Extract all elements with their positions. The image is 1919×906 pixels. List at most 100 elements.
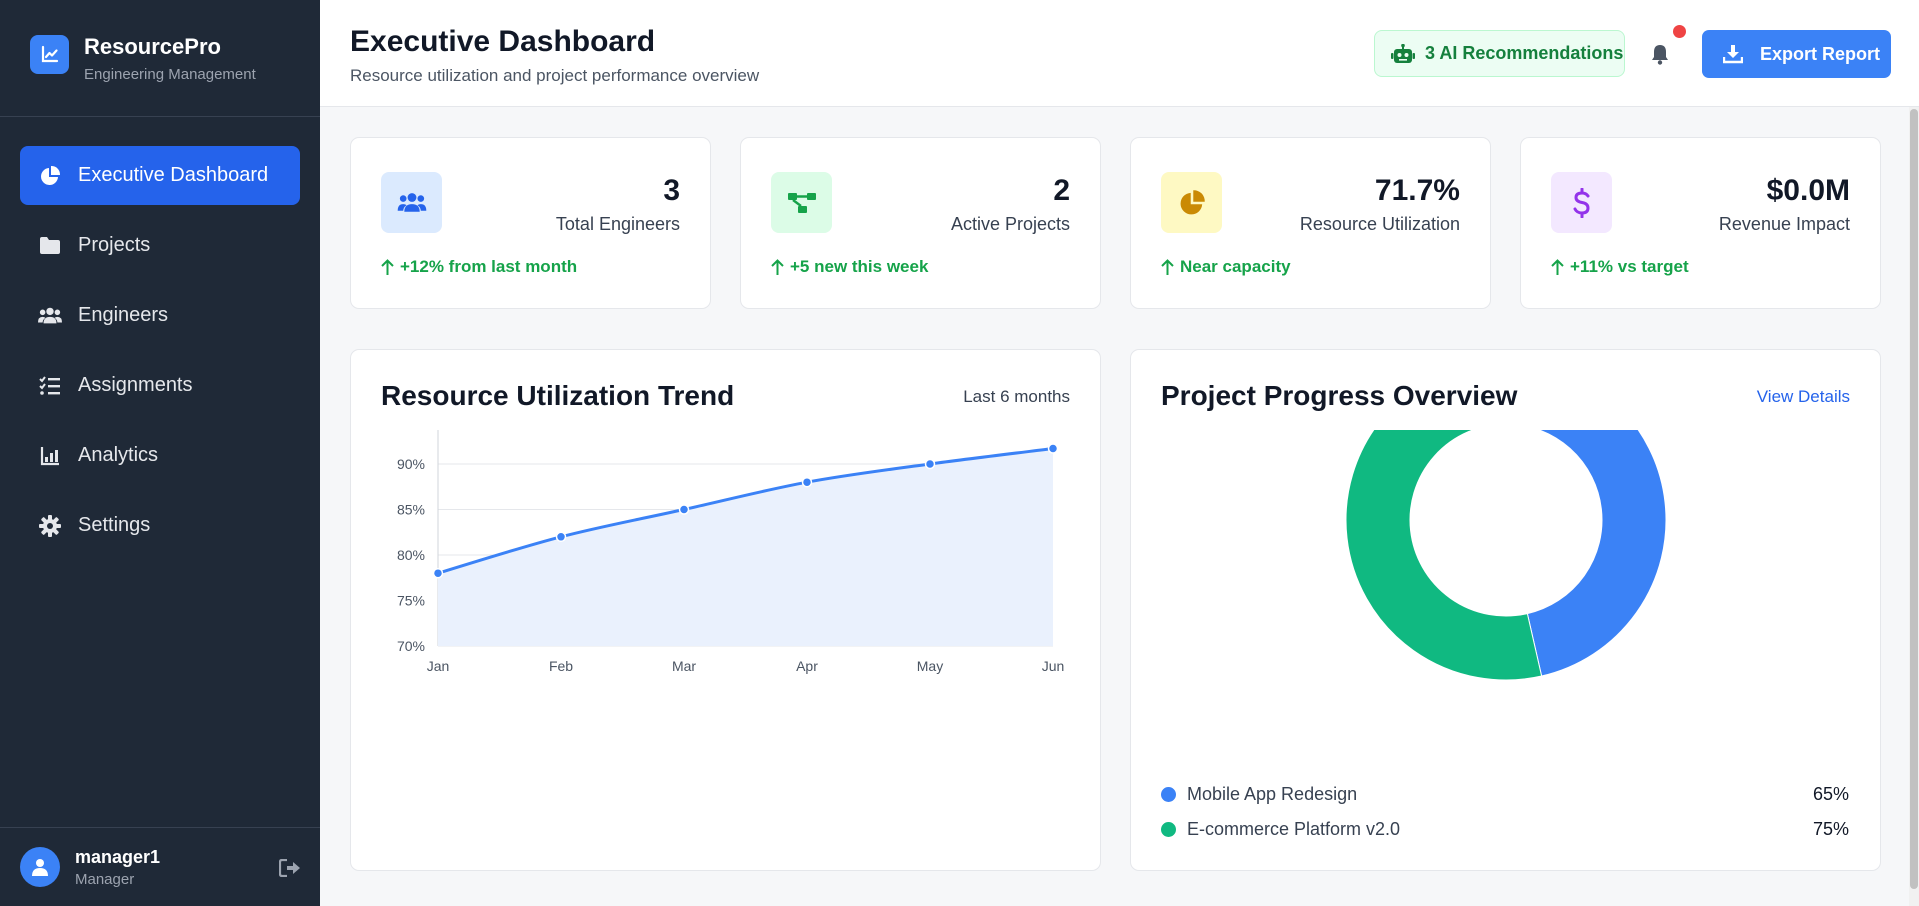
stat-value: 71.7% (1374, 174, 1460, 207)
ai-recommendations-label: 3 AI Recommendations (1425, 43, 1624, 63)
pie-chart-icon (1161, 172, 1222, 233)
brand-title: ResourcePro (84, 33, 221, 59)
notification-dot (1673, 25, 1686, 38)
data-point (678, 504, 690, 515)
utilization-trend-chart: 70%75%80%85%90%95%100%JanFebMarAprMayJun (397, 430, 1065, 674)
brand: ResourcePro Engineering Management (0, 0, 320, 117)
download-icon (1723, 44, 1743, 64)
top-header: Executive Dashboard Resource utilization… (320, 0, 1919, 107)
stat-value: 3 (663, 174, 680, 207)
sidebar-item-executive-dashboard[interactable]: Executive Dashboard (20, 146, 300, 205)
legend-swatch (1161, 821, 1176, 837)
x-tick-label: Apr (796, 658, 818, 674)
legend-label: Mobile App Redesign (1187, 783, 1358, 804)
stat-label: Resource Utilization (1299, 214, 1460, 234)
stat-change: Near capacity (1161, 257, 1291, 277)
sidebar-item-label: Analytics (78, 444, 159, 466)
stat-card-engineers: 3 Total Engineers +12% from last month (350, 137, 711, 309)
stat-label: Total Engineers (555, 214, 680, 234)
sidebar-item-label: Executive Dashboard (78, 164, 269, 186)
stat-value: 2 (1053, 174, 1070, 207)
x-tick-label: Feb (549, 658, 573, 674)
stat-label: Active Projects (950, 214, 1070, 234)
user-role: Manager (75, 870, 135, 888)
stat-change-text: +12% from last month (400, 257, 578, 276)
y-tick-label: 90% (397, 456, 425, 472)
area-fill (438, 448, 1053, 646)
y-tick-label: 80% (397, 547, 425, 563)
stat-change: +5 new this week (771, 257, 928, 277)
legend-value: 65% (1812, 783, 1849, 804)
data-point (801, 476, 813, 488)
brand-subtitle: Engineering Management (84, 65, 256, 83)
stat-card-projects: 2 Active Projects +5 new this week (740, 137, 1101, 309)
arrow-up-icon (771, 258, 784, 276)
users-icon (381, 172, 442, 233)
gear-icon (38, 514, 62, 538)
sidebar-item-label: Settings (78, 514, 151, 536)
user-name: manager1 (75, 846, 161, 867)
x-tick-label: Jan (427, 658, 450, 674)
y-tick-label: 70% (397, 638, 425, 654)
card-title: Resource Utilization Trend (381, 380, 735, 411)
sidebar-item-label: Projects (78, 234, 151, 256)
stat-change-text: +5 new this week (790, 257, 929, 276)
export-report-label: Export Report (1760, 43, 1881, 64)
legend-swatch (1161, 786, 1176, 802)
robot-icon (1391, 43, 1415, 64)
task-list-icon (38, 374, 62, 398)
sidebar-item-settings[interactable]: Settings (20, 496, 300, 555)
stat-change: +11% vs target (1551, 257, 1689, 277)
pie-slice (1345, 430, 1543, 681)
x-tick-label: May (917, 658, 943, 674)
scrollbar-thumb[interactable] (1910, 109, 1918, 889)
ai-recommendations-button[interactable]: 3 AI Recommendations (1374, 30, 1625, 77)
user-profile: manager1 Manager (0, 827, 320, 906)
pie-chart-icon (38, 164, 62, 188)
card-title: Project Progress Overview (1161, 380, 1518, 411)
data-point (924, 458, 936, 470)
page-title: Executive Dashboard (350, 25, 656, 58)
data-point (432, 567, 444, 579)
y-tick-label: 85% (397, 502, 425, 518)
legend-label: E-commerce Platform v2.0 (1187, 818, 1401, 839)
sidebar-item-engineers[interactable]: Engineers (20, 286, 300, 345)
stat-change-text: Near capacity (1180, 257, 1291, 276)
folder-icon (38, 234, 62, 258)
sidebar-item-label: Engineers (78, 304, 169, 326)
project-diagram-icon (771, 172, 832, 233)
project-progress-chart (1345, 430, 1667, 681)
sidebar-nav: Executive Dashboard Projects Engineers A… (0, 117, 320, 555)
sidebar-item-projects[interactable]: Projects (20, 216, 300, 275)
chart-line-icon (30, 34, 69, 74)
arrow-up-icon (1161, 258, 1174, 276)
bar-chart-icon (38, 444, 62, 468)
legend-item: Mobile App Redesign 65% (1161, 782, 1849, 806)
bell-icon[interactable] (1646, 40, 1674, 68)
project-progress-card: Project Progress Overview View Details M… (1130, 349, 1881, 871)
stat-card-revenue: $0.0M Revenue Impact +11% vs target (1520, 137, 1881, 309)
stat-change: +12% from last month (381, 257, 577, 277)
card-period: Last 6 months (963, 387, 1070, 406)
sidebar-item-assignments[interactable]: Assignments (20, 356, 300, 415)
stat-label: Revenue Impact (1718, 214, 1850, 234)
export-report-button[interactable]: Export Report (1702, 30, 1891, 78)
page-subtitle: Resource utilization and project perform… (350, 66, 760, 85)
arrow-up-icon (1551, 258, 1564, 276)
users-icon (38, 304, 62, 328)
data-point (1047, 443, 1059, 454)
sidebar-item-analytics[interactable]: Analytics (20, 426, 300, 485)
logout-icon[interactable] (278, 856, 302, 880)
data-point (555, 531, 567, 543)
stat-change-text: +11% vs target (1570, 257, 1689, 276)
scrollbar[interactable] (1909, 107, 1919, 906)
x-tick-label: Mar (672, 658, 696, 674)
view-details-link[interactable]: View Details (1757, 387, 1850, 407)
y-tick-label: 75% (397, 593, 425, 609)
legend-item: E-commerce Platform v2.0 75% (1161, 817, 1849, 841)
stat-card-utilization: 71.7% Resource Utilization Near capacity (1130, 137, 1491, 309)
x-tick-label: Jun (1042, 658, 1065, 674)
sidebar-item-label: Assignments (78, 374, 193, 396)
sidebar: ResourcePro Engineering Management Execu… (0, 0, 320, 906)
dollar-icon (1551, 172, 1612, 233)
